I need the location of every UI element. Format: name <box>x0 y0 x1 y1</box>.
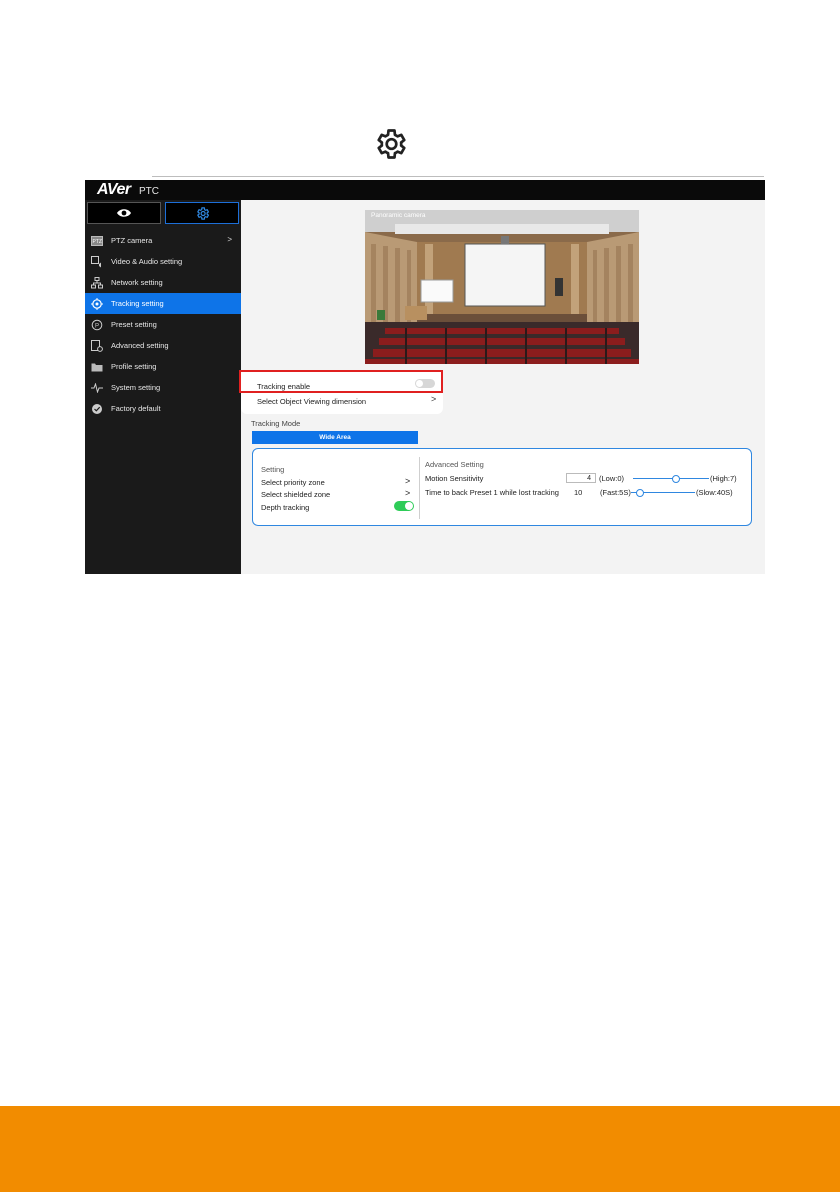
sidebar-tabs <box>85 200 241 226</box>
back-slow-label: (Slow:40S) <box>696 488 733 497</box>
sidebar-item-factory-default[interactable]: Factory default <box>85 398 241 419</box>
tracking-icon <box>91 297 103 310</box>
setting-header: Setting <box>261 465 285 474</box>
tab-live-view[interactable] <box>87 202 161 224</box>
back-fast-label: (Fast:5S) <box>600 488 631 497</box>
sidebar: PTZ PTZ camera > Video & Audio setting N… <box>85 200 241 574</box>
sidebar-item-video-audio[interactable]: Video & Audio setting <box>85 251 241 272</box>
sidebar-item-profile[interactable]: Profile setting <box>85 356 241 377</box>
chevron-right-icon: > <box>227 235 232 244</box>
advanced-icon <box>91 339 103 352</box>
sidebar-item-tracking[interactable]: Tracking setting <box>85 293 241 314</box>
main-panel: Panoramic camera Tracking enable Select … <box>239 200 765 574</box>
motion-sensitivity-label: Motion Sensitivity <box>425 474 484 483</box>
eye-icon <box>117 209 131 217</box>
sidebar-item-label: Profile setting <box>111 362 157 371</box>
folder-icon <box>91 361 103 373</box>
gear-icon <box>377 129 406 159</box>
settings-menu: PTZ PTZ camera > Video & Audio setting N… <box>85 230 241 419</box>
advanced-setting-header: Advanced Setting <box>425 460 484 469</box>
depth-tracking-toggle[interactable] <box>394 501 414 511</box>
sidebar-item-label: PTZ camera <box>111 236 153 245</box>
depth-tracking-label: Depth tracking <box>261 503 310 512</box>
pulse-icon <box>91 382 103 394</box>
motion-high-label: (High:7) <box>710 474 737 483</box>
chevron-right-icon[interactable]: > <box>405 488 410 498</box>
sidebar-item-system[interactable]: System setting <box>85 377 241 398</box>
video-audio-icon <box>91 255 103 268</box>
lecture-hall-image <box>365 210 639 364</box>
back-to-preset-value: 10 <box>574 488 583 497</box>
chevron-right-icon[interactable]: > <box>405 476 410 486</box>
sidebar-item-label: Advanced setting <box>111 341 169 350</box>
network-icon <box>91 276 103 289</box>
motion-sensitivity-slider[interactable] <box>633 478 709 479</box>
footer-bar <box>0 1106 840 1192</box>
sidebar-item-label: System setting <box>111 383 161 392</box>
brand-logo: AVer <box>97 181 131 198</box>
select-object-dimension-link[interactable]: Select Object Viewing dimension <box>257 397 366 406</box>
motion-sensitivity-input[interactable]: 4 <box>566 473 596 483</box>
app-window: AVer PTC PTZ PTZ camera > Video & Audio … <box>85 180 765 574</box>
sidebar-item-label: Video & Audio setting <box>111 257 183 266</box>
sidebar-item-advanced[interactable]: Advanced setting <box>85 335 241 356</box>
sidebar-item-preset[interactable]: P Preset setting <box>85 314 241 335</box>
sidebar-item-label: Factory default <box>111 404 161 413</box>
shielded-zone-link[interactable]: Select shielded zone <box>261 490 330 499</box>
motion-low-label: (Low:0) <box>599 474 625 483</box>
motion-sensitivity-slider-handle[interactable] <box>672 475 681 483</box>
tracking-settings-card: Setting Select priority zone > Select sh… <box>252 448 752 526</box>
camera-label: Panoramic camera <box>371 212 426 219</box>
svg-text:PTZ: PTZ <box>93 239 102 245</box>
sidebar-item-label: Preset setting <box>111 320 157 329</box>
chevron-right-icon[interactable]: > <box>431 394 436 404</box>
back-to-preset-label: Time to back Preset 1 while lost trackin… <box>425 488 559 497</box>
panel-divider <box>419 457 420 519</box>
gear-icon <box>196 206 209 220</box>
preset-icon: P <box>91 319 103 331</box>
tracking-mode-button[interactable]: Wide Area <box>252 431 418 444</box>
product-name: PTC <box>139 186 159 197</box>
back-to-preset-slider-handle[interactable] <box>635 489 644 497</box>
sidebar-item-label: Tracking setting <box>111 299 164 308</box>
camera-preview[interactable]: Panoramic camera <box>365 210 639 364</box>
tab-settings[interactable] <box>165 202 239 224</box>
sidebar-item-label: Network setting <box>111 278 163 287</box>
section-divider <box>152 176 764 177</box>
tracking-mode-label: Tracking Mode <box>251 419 301 428</box>
svg-text:P: P <box>95 323 99 329</box>
ptz-icon: PTZ <box>91 235 103 247</box>
check-badge-icon <box>91 403 103 415</box>
sidebar-item-network[interactable]: Network setting <box>85 272 241 293</box>
highlight-box <box>239 370 443 393</box>
priority-zone-link[interactable]: Select priority zone <box>261 478 325 487</box>
sidebar-item-ptz-camera[interactable]: PTZ PTZ camera > <box>85 230 241 251</box>
top-bar: AVer PTC <box>85 180 765 200</box>
